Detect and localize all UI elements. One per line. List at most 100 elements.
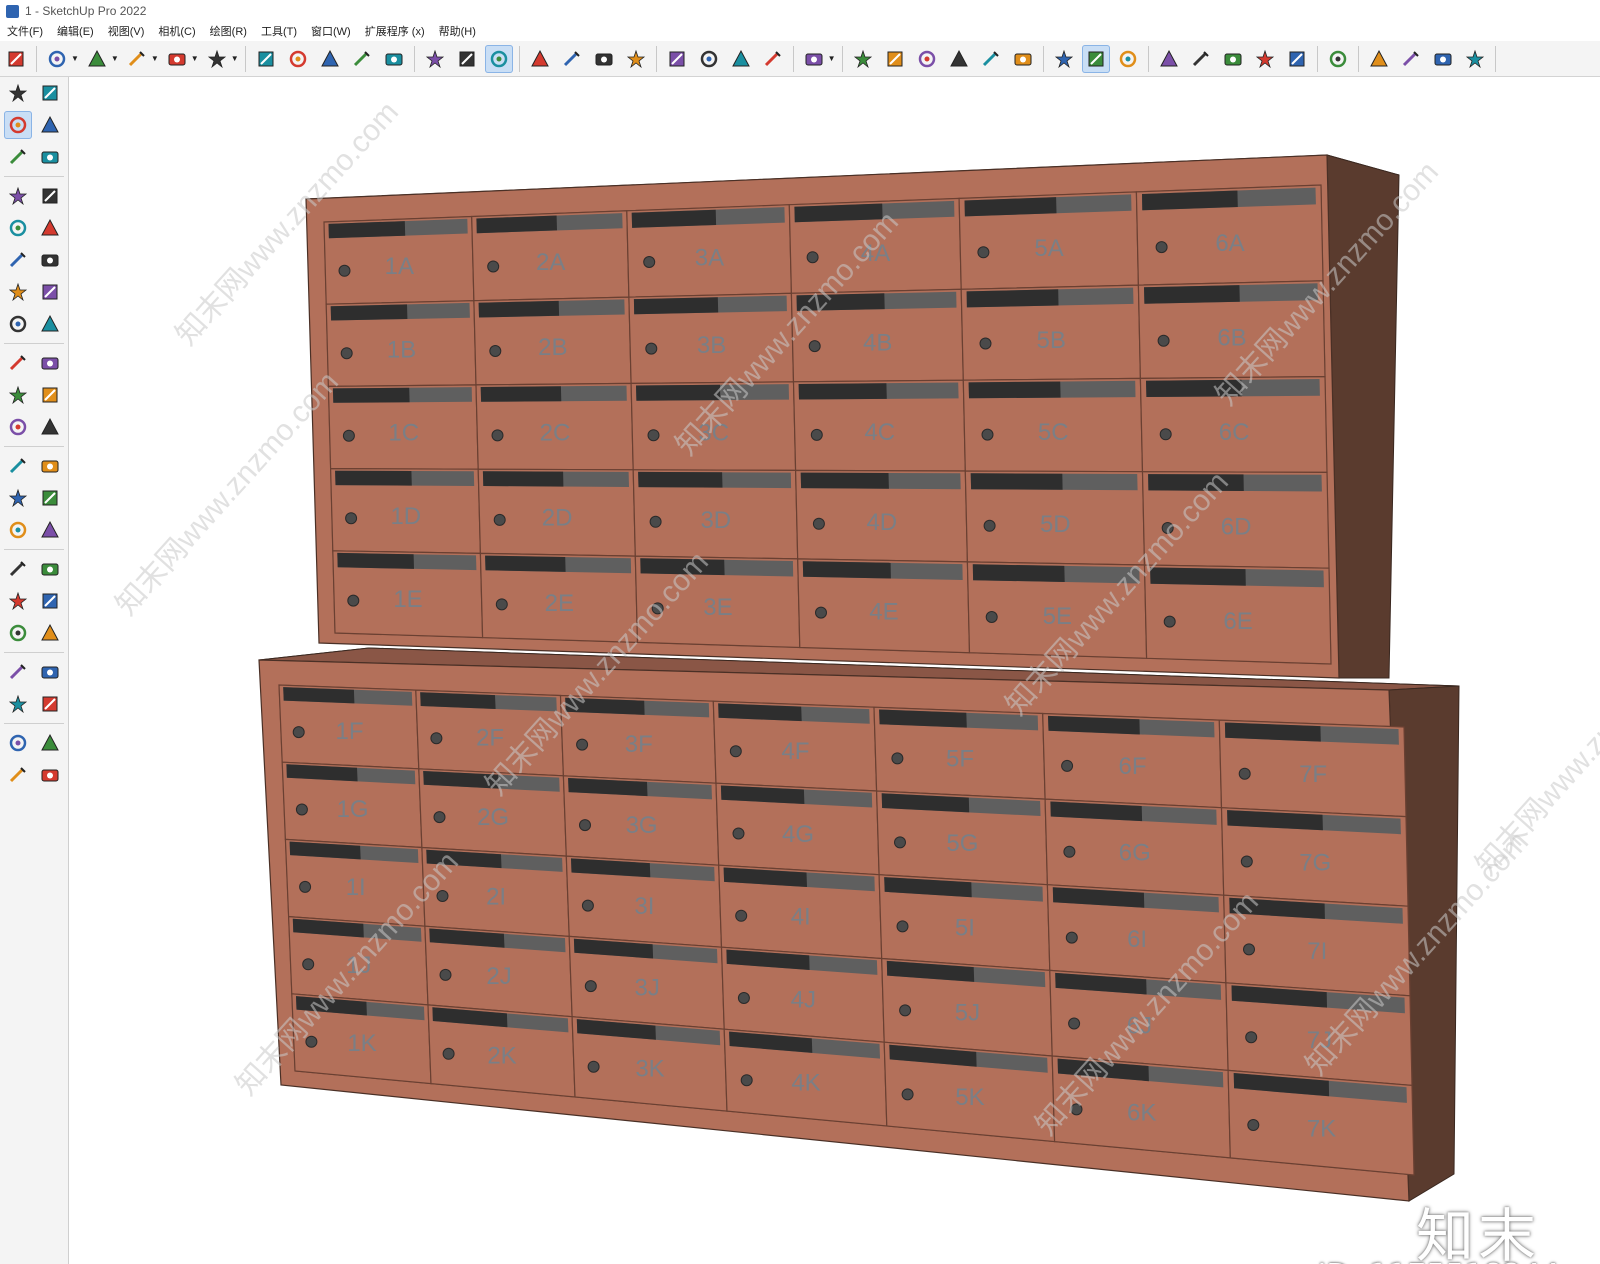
menu-item-7[interactable]: 扩展程序 (x) bbox=[358, 23, 432, 39]
mailbox-door[interactable]: 7K bbox=[1227, 1069, 1415, 1176]
mailbox-door[interactable]: 4D bbox=[794, 469, 969, 563]
tags-tool-button[interactable] bbox=[4, 761, 32, 789]
mailbox-door[interactable]: 5K bbox=[883, 1041, 1056, 1143]
mailbox-door[interactable]: 2J bbox=[424, 925, 573, 1018]
mailbox-door[interactable]: 2A bbox=[471, 210, 630, 302]
warehouse-button[interactable] bbox=[1050, 45, 1078, 73]
orbit-button[interactable] bbox=[526, 45, 554, 73]
zoom-button[interactable] bbox=[590, 45, 618, 73]
rotate-button[interactable] bbox=[348, 45, 376, 73]
mailbox-door[interactable]: 6E bbox=[1143, 564, 1332, 665]
pan-button[interactable] bbox=[558, 45, 586, 73]
model-info-button[interactable] bbox=[663, 45, 691, 73]
rectangle-tool-button[interactable] bbox=[4, 214, 32, 242]
materials-button[interactable] bbox=[1251, 45, 1279, 73]
cloud-button[interactable] bbox=[1283, 45, 1311, 73]
rectangle-button[interactable] bbox=[203, 45, 231, 73]
freehand-tool-button[interactable] bbox=[36, 182, 64, 210]
scenes-tool-button[interactable] bbox=[36, 761, 64, 789]
zoom-window-tool-button[interactable] bbox=[36, 587, 64, 615]
position-camera-tool-button[interactable] bbox=[4, 658, 32, 686]
move-tool-button[interactable] bbox=[4, 349, 32, 377]
mailbox-door[interactable]: 1A bbox=[323, 215, 475, 305]
menu-item-4[interactable]: 绘图(R) bbox=[203, 23, 254, 39]
push-pull-tool-button[interactable] bbox=[36, 349, 64, 377]
tape-measure-tool-button[interactable] bbox=[4, 452, 32, 480]
tag-tool-tool-button[interactable] bbox=[36, 143, 64, 171]
model-info-tool-button[interactable] bbox=[4, 729, 32, 757]
line-button[interactable] bbox=[123, 45, 151, 73]
mailbox-door[interactable]: 5A bbox=[958, 191, 1140, 290]
line-tool-button[interactable] bbox=[4, 182, 32, 210]
menu-item-3[interactable]: 相机(C) bbox=[151, 23, 202, 39]
chevron-down-icon[interactable]: ▼ bbox=[151, 54, 159, 63]
chevron-down-icon[interactable]: ▼ bbox=[191, 54, 199, 63]
push-pull-button[interactable] bbox=[252, 45, 280, 73]
chevron-down-icon[interactable]: ▼ bbox=[111, 54, 119, 63]
dimension-tool-button[interactable] bbox=[36, 452, 64, 480]
eraser-button[interactable] bbox=[83, 45, 111, 73]
rotated-rectangle-tool-button[interactable] bbox=[36, 214, 64, 242]
mailbox-door[interactable]: 5F bbox=[873, 706, 1046, 800]
mailbox-door[interactable]: 4C bbox=[792, 379, 966, 472]
component-tool-button[interactable] bbox=[4, 143, 32, 171]
message-button[interactable] bbox=[1365, 45, 1393, 73]
tape-measure-button[interactable] bbox=[421, 45, 449, 73]
zoom-extents-tool-button[interactable] bbox=[4, 619, 32, 647]
style-button[interactable] bbox=[1219, 45, 1247, 73]
offset-tool-button[interactable] bbox=[36, 413, 64, 441]
eraser-tool-button[interactable] bbox=[36, 111, 64, 139]
circle-tool-button[interactable] bbox=[4, 246, 32, 274]
paint-bucket-button[interactable] bbox=[484, 44, 513, 73]
mailbox-door[interactable]: 4G bbox=[715, 782, 880, 876]
previous-view-tool-button[interactable] bbox=[36, 619, 64, 647]
mailbox-door[interactable]: 1E bbox=[332, 550, 484, 639]
mailbox-door[interactable]: 1G bbox=[281, 761, 423, 849]
menu-item-6[interactable]: 窗口(W) bbox=[304, 23, 358, 39]
model-viewport[interactable]: 1A 2A 3A 4A 5A 6A 1B 2B 3B 4B 5B 6B 1C 2C 3C 4C 5C 6C 1D 2D… bbox=[69, 77, 1600, 1264]
mailbox-door[interactable]: 3A bbox=[626, 204, 793, 298]
select-button[interactable] bbox=[43, 45, 71, 73]
menu-item-0[interactable]: 文件(F) bbox=[0, 23, 50, 39]
mailbox-door[interactable]: 1B bbox=[325, 300, 477, 388]
pie-tool-button[interactable] bbox=[36, 310, 64, 338]
mailbox-door[interactable]: 2K bbox=[427, 1004, 576, 1098]
mailbox-door[interactable]: 3I bbox=[565, 855, 723, 948]
menu-item-8[interactable]: 帮助(H) bbox=[432, 23, 483, 39]
mailbox-door[interactable]: 5G bbox=[875, 790, 1049, 886]
chevron-down-icon[interactable]: ▼ bbox=[71, 54, 79, 63]
back-view-button[interactable] bbox=[977, 45, 1005, 73]
mailbox-door[interactable]: 3J bbox=[568, 935, 725, 1030]
account-button[interactable] bbox=[1461, 45, 1489, 73]
zoom-extents-button[interactable] bbox=[2, 45, 30, 73]
layers-button[interactable] bbox=[695, 45, 723, 73]
menu-item-1[interactable]: 编辑(E) bbox=[50, 23, 101, 39]
scale-button[interactable] bbox=[380, 45, 408, 73]
scenes-button[interactable] bbox=[759, 45, 787, 73]
axes-tool-button[interactable] bbox=[4, 516, 32, 544]
mailbox-door[interactable]: 5I bbox=[878, 874, 1051, 972]
right-view-button[interactable] bbox=[945, 45, 973, 73]
solid-tools-button[interactable] bbox=[1187, 45, 1215, 73]
chevron-down-icon[interactable]: ▼ bbox=[231, 54, 239, 63]
follow-me-button[interactable] bbox=[284, 45, 312, 73]
mailbox-door[interactable]: 3K bbox=[571, 1016, 728, 1112]
mailbox-door[interactable]: 4K bbox=[723, 1028, 888, 1127]
look-around-tool-button[interactable] bbox=[36, 658, 64, 686]
mailbox-door[interactable]: 6F bbox=[1042, 712, 1223, 809]
mailbox-door[interactable]: 1F bbox=[278, 684, 420, 770]
mailbox-door[interactable]: 4E bbox=[797, 558, 971, 654]
mailbox-door[interactable]: 5C bbox=[962, 377, 1144, 473]
arc-button[interactable] bbox=[163, 45, 191, 73]
walk-tool-button[interactable] bbox=[4, 690, 32, 718]
section-plane-tool-button[interactable] bbox=[36, 690, 64, 718]
mailbox-door[interactable]: 1D bbox=[329, 467, 482, 555]
info-button[interactable] bbox=[1397, 45, 1425, 73]
select-tool-button[interactable] bbox=[4, 79, 32, 107]
zoom-tool-button[interactable] bbox=[4, 587, 32, 615]
upper-cabinet[interactable]: 1A 2A 3A 4A 5A 6A1B 2B 3B 4B 5B 6B1C 2C 3C 4C 5C 6C1D 2D… bbox=[305, 154, 1400, 679]
add-location-button[interactable] bbox=[1155, 45, 1183, 73]
lower-cabinet[interactable]: 1F 2F 3F 4F 5F 6F 7F 1G 2G 3G 4G 5G 6G 7G 1I 2I 3I 4I 5I 6I… bbox=[258, 647, 1460, 1202]
orbit-tool-button[interactable] bbox=[36, 79, 64, 107]
mailbox-door[interactable]: 3G bbox=[562, 775, 720, 866]
